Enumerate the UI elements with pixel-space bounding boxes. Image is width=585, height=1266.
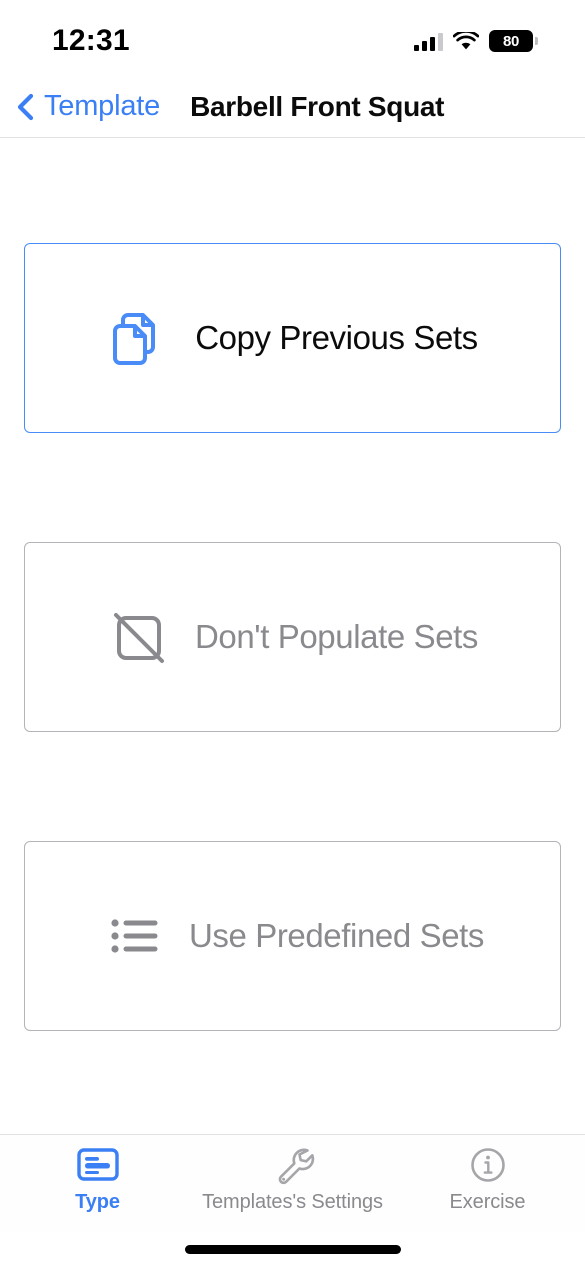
option-card-content: Use Predefined Sets <box>101 903 484 969</box>
page-title: Barbell Front Squat <box>190 90 445 122</box>
tab-label: Templates's Settings <box>202 1191 383 1213</box>
battery-level: 80 <box>502 32 520 50</box>
home-indicator-area <box>0 1232 585 1266</box>
status-time: 12:31 <box>52 24 130 57</box>
tab-label: Exercise <box>449 1191 526 1213</box>
tab-label: Type <box>75 1191 120 1213</box>
tab-exercise[interactable]: Exercise <box>390 1144 585 1214</box>
option-card-use-predefined-sets[interactable]: Use Predefined Sets <box>24 841 561 1031</box>
battery-icon: 80 <box>489 30 538 52</box>
tab-bar: Type Templates's Settings Exercise <box>0 1134 585 1232</box>
tab-type[interactable]: Type <box>0 1144 195 1214</box>
options-list: Copy Previous Sets Don't Populate Sets U… <box>0 138 585 1134</box>
option-label: Use Predefined Sets <box>188 917 485 954</box>
option-card-dont-populate-sets[interactable]: Don't Populate Sets <box>24 542 561 732</box>
option-label: Don't Populate Sets <box>194 618 479 655</box>
wrench-icon <box>270 1144 316 1186</box>
status-indicators: 80 <box>414 29 538 52</box>
tab-templates-settings[interactable]: Templates's Settings <box>195 1144 390 1214</box>
option-card-content: Copy Previous Sets <box>107 305 478 371</box>
back-button[interactable]: Template <box>14 90 160 123</box>
status-bar: 12:31 80 <box>0 0 585 76</box>
bulleted-list-icon <box>101 903 167 969</box>
navigation-bar: Template Barbell Front Squat <box>0 76 585 138</box>
cellular-bars-icon <box>414 31 443 51</box>
copy-documents-icon <box>107 305 173 371</box>
option-card-copy-previous-sets[interactable]: Copy Previous Sets <box>24 243 561 433</box>
chevron-left-icon <box>14 92 36 122</box>
slashed-square-icon <box>107 604 173 670</box>
app-screen: 12:31 80 Template Barbell Front Squat Co… <box>0 0 585 1266</box>
option-card-content: Don't Populate Sets <box>107 604 478 670</box>
home-indicator[interactable] <box>184 1244 401 1254</box>
card-list-icon <box>75 1144 121 1186</box>
back-button-label: Template <box>44 90 161 122</box>
info-circle-icon <box>465 1144 511 1186</box>
wifi-icon <box>452 29 480 51</box>
option-label: Copy Previous Sets <box>195 319 478 356</box>
